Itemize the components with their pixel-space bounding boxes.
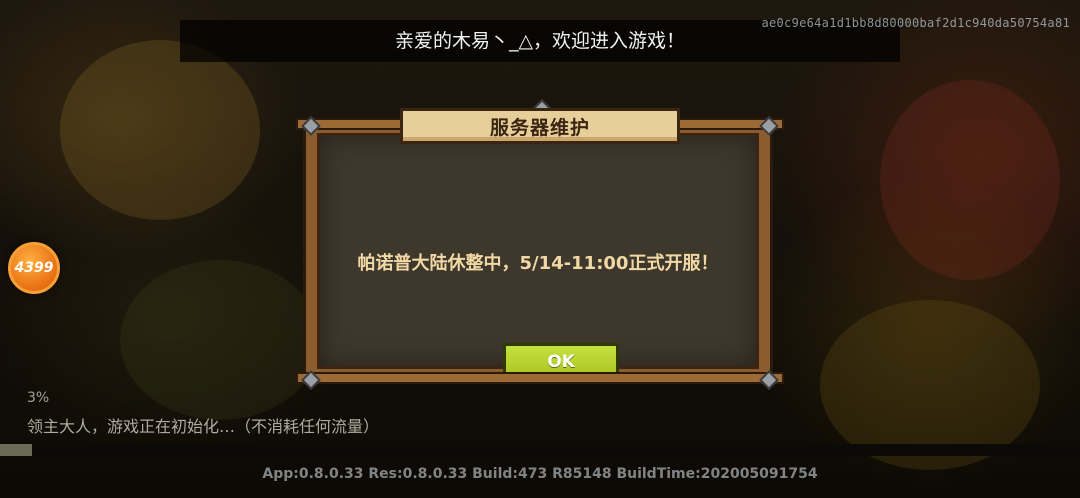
dialog-title: 服务器维护 <box>400 108 680 144</box>
device-id: ae0c9e64a1d1bb8d80000baf2d1c940da50754a8… <box>761 16 1070 30</box>
dialog-message: 帕诺普大陆休整中，5/14-11:00正式开服！ <box>357 253 719 274</box>
loading-status: 领主大人，游戏正在初始化…（不消耗任何流量） <box>27 417 380 436</box>
version-info: App:0.8.0.33 Res:0.8.0.33 Build:473 R851… <box>262 466 818 482</box>
loading-percent: 3% <box>27 390 50 406</box>
loading-progress-bar <box>0 444 1080 456</box>
loading-progress-fill <box>0 444 33 456</box>
maintenance-dialog: 帕诺普大陆休整中，5/14-11:00正式开服！ OK 服务器维护 <box>296 99 784 390</box>
4399-logo-text: 4399 <box>14 260 54 276</box>
4399-logo-button[interactable]: 4399 <box>8 242 60 294</box>
dialog-bottom-beam <box>296 372 784 384</box>
dialog-frame: 帕诺普大陆休整中，5/14-11:00正式开服！ OK <box>306 122 770 381</box>
